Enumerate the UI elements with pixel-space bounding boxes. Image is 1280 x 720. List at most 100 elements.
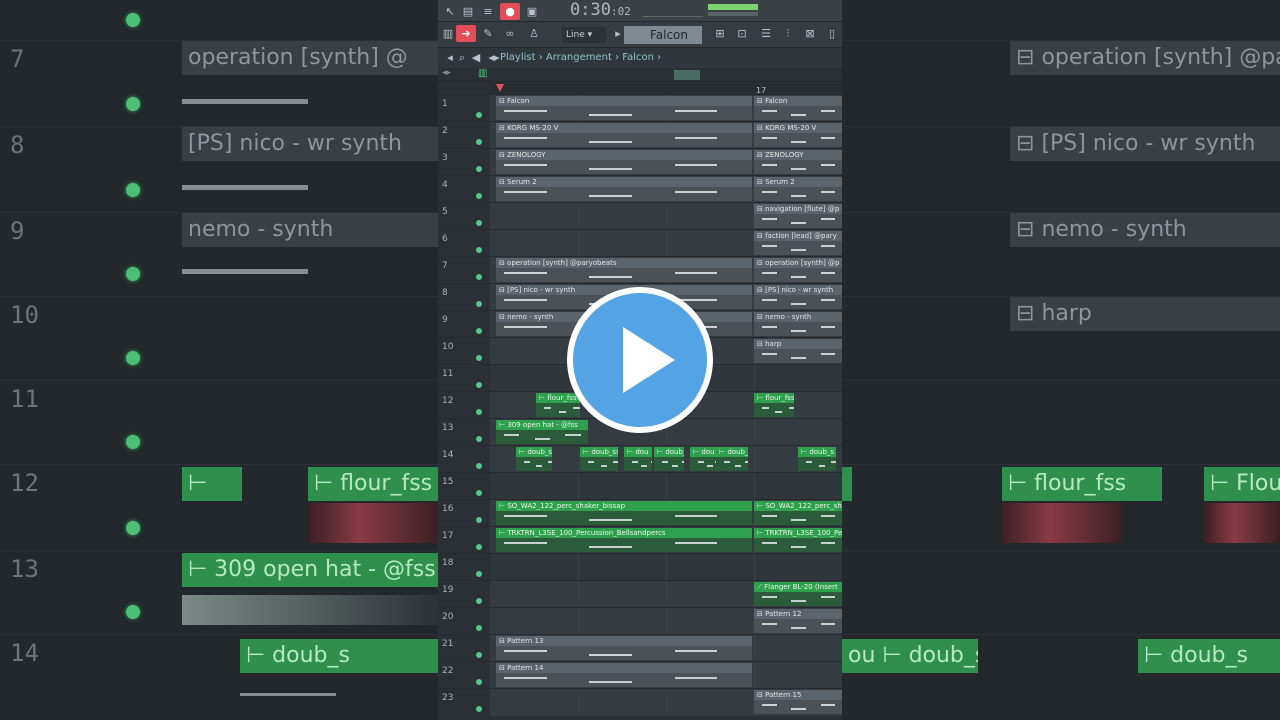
track-lane[interactable] [490, 554, 842, 581]
track-lane[interactable]: ⊟ Serum 2 ⊟ Serum 2 [490, 176, 842, 203]
horizontal-scrollbar[interactable]: ◂▸ ▥ [438, 68, 842, 82]
pattern-clip[interactable]: ⊟ ZENOLOGY [754, 150, 842, 174]
mixer-icon[interactable]: ▤ [458, 3, 478, 20]
pattern-picker-icon[interactable]: ▥ [478, 68, 487, 79]
track-lane[interactable]: ⊢ TRKTRN_L3SE_100_Percussion_Bellsandper… [490, 527, 842, 554]
track-lane[interactable]: ⟋ Flanger BL-20 (Insert [490, 581, 842, 608]
pattern-clip[interactable]: ⊟ Serum 2 [754, 177, 842, 201]
channel-rack-icon[interactable]: ☰ [756, 25, 776, 42]
track-mute-led-icon[interactable] [476, 382, 482, 388]
play-video-button[interactable] [567, 287, 713, 433]
pattern-clip[interactable]: ⊟ Falcon [496, 96, 752, 120]
pattern-clip[interactable]: ⊟ KORG MS-20 V [754, 123, 842, 147]
pattern-clip[interactable]: ⊟ harp [754, 339, 842, 363]
audio-clip[interactable]: ⊢ TRKTRN_L3SE_100_Perc [754, 528, 842, 552]
track-lane[interactable]: ⊟ Pattern 13 [490, 635, 842, 662]
pattern-clip[interactable]: ⊟ Pattern 12 [754, 609, 842, 633]
pattern-clip[interactable]: ⊟ Pattern 15 [754, 690, 842, 714]
track-lane[interactable]: ⊢ SO_WA2_122_perc_shaker_bissap ⊢ SO_WA2_… [490, 500, 842, 527]
audio-clip[interactable]: ⊢ 309 open hat - @fss [496, 420, 588, 444]
plugin-icon[interactable]: ⊠ [800, 25, 820, 42]
track-mute-led-icon[interactable] [476, 625, 482, 631]
audio-clip[interactable]: ⊢ flour_fss [754, 393, 794, 417]
track-mute-led-icon[interactable] [476, 517, 482, 523]
audio-clip[interactable]: ⊢ doub_ss [654, 447, 684, 471]
pattern-clip[interactable]: ⊟ operation [synth] @paryobeats [496, 258, 752, 282]
track-mute-led-icon[interactable] [476, 301, 482, 307]
pattern-mode-icon[interactable]: ▥ [438, 25, 458, 42]
audio-clip[interactable]: ⊢ SO_WA2_122_perc_shaker_bissap [496, 501, 752, 525]
audio-clip[interactable]: ⊢ flour_fss [536, 393, 580, 417]
track-mute-led-icon[interactable] [476, 652, 482, 658]
pattern-clip[interactable]: ⊟ KORG MS-20 V [496, 123, 752, 147]
paint-tool-icon[interactable]: ✎ [478, 25, 498, 42]
pattern-clip[interactable]: ⊟ faction [lead] @pary [754, 231, 842, 255]
audio-clip[interactable]: ⊢ doub_s [716, 447, 748, 471]
audio-clip[interactable]: ⊢ dou [624, 447, 652, 471]
track-mute-led-icon[interactable] [476, 193, 482, 199]
automation-clip[interactable]: ⟋ Flanger BL-20 (Insert [754, 582, 842, 606]
scrollbar-thumb[interactable] [674, 70, 700, 80]
track-mute-led-icon[interactable] [476, 247, 482, 253]
draw-tool-button[interactable]: ➜ [456, 25, 476, 42]
timeline-ruler[interactable] [490, 82, 842, 94]
audio-clip[interactable]: ⊢ doub_ss [580, 447, 618, 471]
track-mute-led-icon[interactable] [476, 490, 482, 496]
loop-icon[interactable]: ▣ [522, 3, 542, 20]
track-mute-led-icon[interactable] [476, 328, 482, 334]
pattern-selector[interactable]: Falcon [624, 26, 702, 44]
pattern-clip[interactable]: ⊟ operation [synth] @p [754, 258, 842, 282]
track-mute-led-icon[interactable] [476, 706, 482, 712]
track-lane[interactable]: ⊢ doub_s⊢ doub_ss⊢ dou⊢ doub_ss⊢ dou⊢ do… [490, 446, 842, 473]
track-mute-led-icon[interactable] [476, 679, 482, 685]
snap-selector[interactable]: Line ▾ [562, 27, 606, 43]
audio-clip[interactable]: ⊢ SO_WA2_122_perc_sh [754, 501, 842, 525]
audio-clip[interactable]: ⊢ doub_s [516, 447, 552, 471]
tempo-icon[interactable]: ≡ [478, 3, 498, 20]
track-mute-led-icon[interactable] [476, 571, 482, 577]
link-tool-icon[interactable]: ∞ [500, 25, 520, 42]
track-mute-led-icon[interactable] [476, 274, 482, 280]
track-mute-led-icon[interactable] [476, 355, 482, 361]
playhead-marker-icon[interactable] [496, 84, 504, 92]
track-mute-led-icon[interactable] [476, 166, 482, 172]
track-lane[interactable]: ⊟ ZENOLOGY ⊟ ZENOLOGY [490, 149, 842, 176]
pattern-clip[interactable]: ⊟ Serum 2 [496, 177, 752, 201]
track-lane[interactable]: ⊟ Falcon ⊟ Falcon [490, 95, 842, 122]
track-mute-led-icon[interactable] [476, 139, 482, 145]
pattern-clip[interactable]: ⊟ [PS] nico - wr synth [754, 285, 842, 309]
track-lane[interactable]: ⊟ navigation [flute] @p [490, 203, 842, 230]
pattern-clip[interactable]: ⊟ navigation [flute] @p [754, 204, 842, 228]
track-mute-led-icon[interactable] [476, 544, 482, 550]
track-lane[interactable]: ⊟ faction [lead] @pary [490, 230, 842, 257]
track-lane[interactable] [490, 473, 842, 500]
track-lane[interactable]: ⊟ Pattern 14 [490, 662, 842, 689]
track-mute-led-icon[interactable] [476, 112, 482, 118]
track-lane[interactable]: ⊟ operation [synth] @paryobeats ⊟ operati… [490, 257, 842, 284]
track-mute-led-icon[interactable] [476, 220, 482, 226]
audio-clip[interactable]: ⊢ TRKTRN_L3SE_100_Percussion_Bellsandper… [496, 528, 752, 552]
browser-icon[interactable]: ▯ [822, 25, 842, 42]
pattern-clip[interactable]: ⊟ nemo - synth [754, 312, 842, 336]
track-lane[interactable]: ⊟ Pattern 15 [490, 689, 842, 716]
track-lane[interactable]: ⊟ KORG MS-20 V ⊟ KORG MS-20 V [490, 122, 842, 149]
pattern-clip[interactable]: ⊟ Pattern 14 [496, 663, 752, 687]
audio-clip[interactable]: ⊢ dou [690, 447, 716, 471]
audio-clip[interactable]: ⊢ doub_s [798, 447, 836, 471]
scroll-arrows-icon[interactable]: ◂▸ [442, 68, 451, 78]
track-mute-led-icon[interactable] [476, 598, 482, 604]
pattern-clip[interactable]: ⊟ Pattern 13 [496, 636, 752, 660]
track-mute-led-icon[interactable] [476, 436, 482, 442]
arrow-icon[interactable]: ↖ [440, 3, 460, 20]
mixer-sliders-icon[interactable]: ⫶ [778, 25, 798, 42]
record-button[interactable]: ● [500, 3, 520, 20]
speaker-icon[interactable]: ◀ [466, 49, 486, 66]
track-mute-led-icon[interactable] [476, 463, 482, 469]
playlist-icon[interactable]: ⊞ [710, 25, 730, 42]
track-mute-led-icon[interactable] [476, 409, 482, 415]
piano-roll-icon[interactable]: ⊡ [732, 25, 752, 42]
pattern-clip[interactable]: ⊟ ZENOLOGY [496, 150, 752, 174]
stamp-tool-icon[interactable]: ♙ [524, 25, 544, 42]
pattern-clip[interactable]: ⊟ Falcon [754, 96, 842, 120]
track-lane[interactable]: ⊟ Pattern 12 [490, 608, 842, 635]
